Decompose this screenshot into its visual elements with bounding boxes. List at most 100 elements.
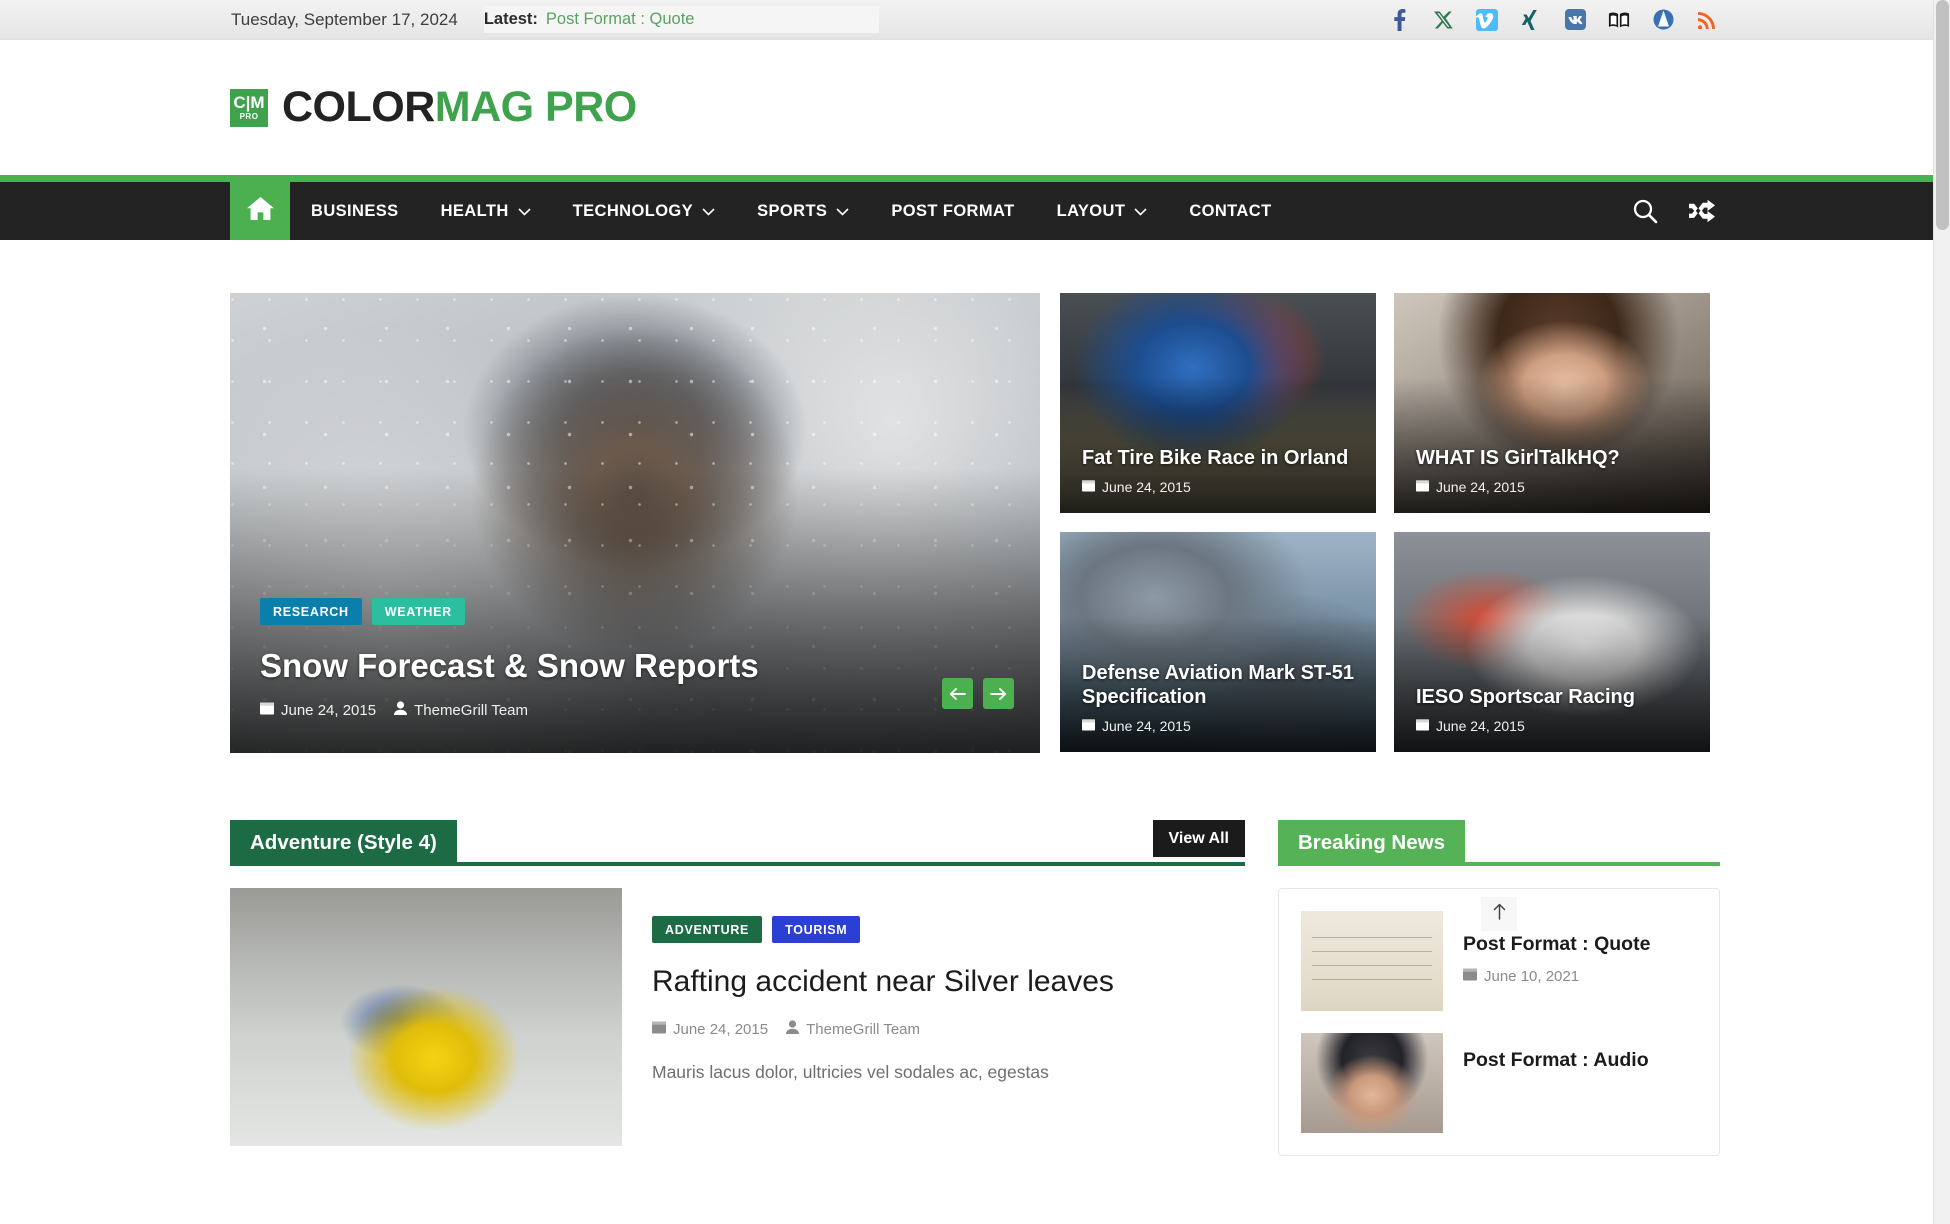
shuffle-icon[interactable]	[1688, 199, 1716, 223]
breaking-news-item[interactable]: Post Format : Audio	[1301, 1033, 1697, 1133]
nav-item-contact[interactable]: CONTACT	[1168, 182, 1292, 240]
nav-item-post-format[interactable]: POST FORMAT	[870, 182, 1035, 240]
nav-label: TECHNOLOGY	[572, 201, 694, 220]
featured-main-title[interactable]: Snow Forecast & Snow Reports	[260, 647, 1010, 685]
facebook-icon[interactable]	[1388, 8, 1410, 31]
post-date-text: June 10, 2021	[1484, 967, 1580, 985]
post-date: June 24, 2015	[1082, 718, 1354, 734]
search-icon[interactable]	[1632, 198, 1658, 224]
featured-side-tiles: Fat Tire Bike Race in Orland June 24, 20…	[1060, 293, 1720, 753]
latest-label: Latest:	[483, 10, 538, 28]
calendar-icon	[1416, 718, 1429, 734]
site-logo-mark[interactable]: C|M PRO	[230, 88, 268, 127]
article-excerpt: Mauris lacus dolor, ultricies vel sodale…	[652, 1062, 1049, 1083]
nav-label: CONTACT	[1189, 201, 1272, 220]
post-date-text: June 24, 2015	[673, 1020, 769, 1038]
article-thumbnail-image	[230, 888, 622, 1146]
post-author-text: ThemeGrill Team	[806, 1020, 921, 1038]
nav-item-technology[interactable]: TECHNOLOGY	[552, 182, 736, 240]
book-icon[interactable]	[1608, 9, 1630, 31]
lower-content: Adventure (Style 4) View All ADVENTURE T…	[230, 820, 1720, 1156]
featured-tile[interactable]: Defense Aviation Mark ST-51 Specificatio…	[1060, 532, 1376, 752]
nav-label: HEALTH	[440, 201, 509, 220]
post-date: June 10, 2021	[1463, 967, 1650, 985]
slider-navigation	[942, 678, 1014, 709]
site-header: C|M PRO COLORMAG PRO	[0, 40, 1950, 175]
breaking-news-header: Breaking News	[1278, 820, 1720, 866]
featured-tile-title[interactable]: WHAT IS GirlTalkHQ?	[1416, 446, 1688, 470]
article-card: ADVENTURE TOURISM Rafting accident near …	[230, 888, 1245, 1146]
article-title[interactable]: Rafting accident near Silver leaves	[652, 963, 1215, 1001]
page-scrollbar[interactable]	[1933, 0, 1950, 1224]
featured-tile-title[interactable]: Defense Aviation Mark ST-51 Specificatio…	[1082, 661, 1354, 709]
category-chip-weather[interactable]: WEATHER	[371, 598, 465, 626]
chevron-down-icon	[702, 202, 715, 221]
nav-item-layout[interactable]: LAYOUT	[1036, 182, 1169, 240]
category-chip-adventure[interactable]: ADVENTURE	[652, 916, 763, 943]
nav-home-button[interactable]	[230, 182, 290, 240]
calendar-icon	[652, 1020, 666, 1038]
nav-label: SPORTS	[757, 201, 828, 220]
calendar-icon	[1082, 718, 1095, 734]
featured-tile-title[interactable]: Fat Tire Bike Race in Orland	[1082, 446, 1354, 470]
top-bar: Tuesday, September 17, 2024 Latest: Post…	[0, 0, 1950, 40]
category-chip-research[interactable]: RESEARCH	[260, 598, 362, 626]
featured-tile-title[interactable]: IESO Sportscar Racing	[1416, 685, 1688, 709]
peace-icon[interactable]	[1652, 9, 1674, 31]
breaking-news-thumbnail	[1301, 1033, 1443, 1133]
calendar-icon	[1416, 479, 1429, 495]
site-title[interactable]: COLORMAG PRO	[282, 83, 637, 132]
site-title-part-one: COLOR	[282, 83, 435, 131]
article-meta: June 24, 2015 ThemeGrill Team	[652, 1020, 1215, 1038]
breaking-news-title[interactable]: Post Format : Quote	[1463, 933, 1650, 956]
page-content: RESEARCH WEATHER Snow Forecast & Snow Re…	[230, 240, 1720, 1156]
article-thumbnail[interactable]	[230, 888, 622, 1146]
article-categories: ADVENTURE TOURISM	[652, 916, 1215, 943]
post-date: June 24, 2015	[1082, 479, 1354, 495]
site-title-part-two: MAG PRO	[434, 83, 637, 131]
post-date-text: June 24, 2015	[1436, 718, 1525, 734]
post-author: ThemeGrill Team	[786, 1020, 920, 1038]
featured-grid: RESEARCH WEATHER Snow Forecast & Snow Re…	[230, 293, 1720, 753]
logo-mark-initials: C|M	[233, 93, 265, 112]
featured-tile[interactable]: Fat Tire Bike Race in Orland June 24, 20…	[1060, 293, 1376, 513]
post-date-text: June 24, 2015	[1102, 479, 1191, 495]
user-icon	[786, 1020, 800, 1038]
slider-next-button[interactable]	[983, 678, 1014, 709]
featured-tile[interactable]: WHAT IS GirlTalkHQ? June 24, 2015	[1394, 293, 1710, 513]
vk-icon[interactable]	[1564, 9, 1586, 31]
section-title-adventure: Adventure (Style 4)	[230, 820, 457, 865]
nav-top-accent-bar	[0, 175, 1950, 182]
breaking-news-title[interactable]: Post Format : Audio	[1463, 1049, 1649, 1072]
category-chip-tourism[interactable]: TOURISM	[772, 916, 861, 943]
nav-item-health[interactable]: HEALTH	[420, 182, 552, 240]
social-links	[1388, 8, 1720, 31]
latest-ticker: Latest: Post Format : Quote	[483, 6, 879, 33]
breaking-news-image	[1301, 911, 1443, 1011]
main-navigation: BUSINESS HEALTH TECHNOLOGY SPORTS POST F…	[0, 182, 1950, 240]
latest-post-link[interactable]: Post Format : Quote	[546, 10, 695, 29]
arrow-up-icon	[1492, 903, 1507, 925]
scrollbar-thumb[interactable]	[1936, 0, 1949, 230]
x-twitter-icon[interactable]	[1432, 9, 1454, 31]
post-date: June 24, 2015	[652, 1020, 768, 1038]
featured-main-meta: June 24, 2015 ThemeGrill Team	[260, 701, 1010, 719]
featured-tile[interactable]: IESO Sportscar Racing June 24, 2015	[1394, 532, 1710, 752]
post-date: June 24, 2015	[260, 701, 376, 719]
calendar-icon	[1082, 479, 1095, 495]
rss-icon[interactable]	[1696, 9, 1718, 31]
xing-icon[interactable]	[1520, 9, 1542, 31]
view-all-button[interactable]: View All	[1152, 820, 1245, 857]
featured-main-slide[interactable]: RESEARCH WEATHER Snow Forecast & Snow Re…	[230, 293, 1040, 753]
back-to-top-button[interactable]	[1481, 897, 1517, 931]
nav-item-sports[interactable]: SPORTS	[736, 182, 870, 240]
chevron-down-icon	[836, 202, 849, 221]
post-date-text: June 24, 2015	[1102, 718, 1191, 734]
nav-label: LAYOUT	[1056, 201, 1126, 220]
vimeo-icon[interactable]	[1476, 8, 1498, 31]
calendar-icon	[260, 701, 274, 719]
post-author: ThemeGrill Team	[394, 701, 528, 719]
nav-item-business[interactable]: BUSINESS	[290, 182, 420, 240]
breaking-news-thumbnail	[1301, 911, 1443, 1011]
slider-prev-button[interactable]	[942, 678, 973, 709]
